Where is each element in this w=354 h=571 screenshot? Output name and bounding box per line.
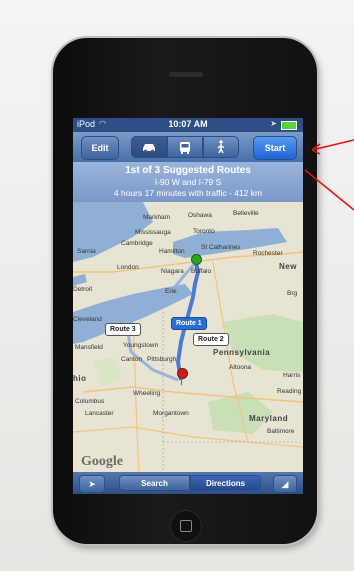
walk-icon: [217, 140, 225, 154]
tab-directions[interactable]: Directions: [190, 475, 261, 491]
battery-icon: [281, 121, 297, 130]
home-square-icon: [180, 520, 192, 532]
google-watermark: Google: [81, 454, 123, 469]
map-label-rochester: Rochester: [253, 250, 283, 257]
map-label-hamilton: Hamilton: [159, 248, 185, 255]
end-pin-icon[interactable]: [177, 368, 188, 379]
clock: 10:07 AM: [168, 119, 208, 129]
map-label-niagara: Niagara: [161, 268, 184, 275]
map-label-belleville: Belleville: [233, 210, 259, 217]
map-label-lancaster: Lancaster: [85, 410, 114, 417]
map-label-mississauga: Mississauga: [135, 229, 171, 236]
directions-toolbar: Edit Start: [73, 132, 303, 162]
home-button[interactable]: [170, 510, 202, 542]
start-button[interactable]: Start: [253, 136, 297, 160]
route-roads: I-90 W and I-79 S: [154, 177, 222, 187]
map-label-london: London: [117, 264, 139, 271]
earpiece-speaker: [169, 72, 203, 77]
bottom-toolbar: ➤ Search Directions ◢: [73, 472, 303, 494]
transit-mode-button[interactable]: [167, 136, 203, 158]
end-pin-stem: [181, 377, 182, 385]
map-label-cleveland: Cleveland: [73, 316, 102, 323]
map-view[interactable]: Markham Oshawa Belleville Mississauga To…: [73, 202, 303, 472]
page-curl-icon[interactable]: ◢: [273, 475, 297, 493]
edit-button[interactable]: Edit: [81, 136, 119, 160]
map-label-pennsylvania: Pennsylvania: [213, 348, 271, 357]
route-3-callout[interactable]: Route 3: [105, 323, 141, 336]
map-label-canton: Canton: [121, 356, 142, 363]
car-icon: [143, 144, 155, 153]
location-arrow-icon[interactable]: ➤: [79, 475, 105, 493]
start-pin-icon[interactable]: [191, 254, 202, 265]
route-count-title: 1st of 3 Suggested Routes: [125, 165, 251, 176]
map-label-morgantown: Morgantown: [153, 410, 189, 417]
search-directions-toggle: Search Directions: [119, 475, 261, 491]
map-label-reading: Reading: [277, 388, 302, 395]
car-mode-button[interactable]: [131, 136, 167, 158]
map-label-markham: Markham: [143, 214, 171, 221]
map-label-oshawa: Oshawa: [188, 212, 212, 219]
bus-icon: [180, 141, 190, 154]
map-label-ohio: hio: [73, 374, 87, 383]
map-label-sarnia: Sarnia: [77, 248, 96, 255]
map-label-wheeling: Wheeling: [133, 390, 161, 397]
location-services-icon: ➤: [270, 119, 277, 128]
map-label-harris: Harris: [283, 372, 301, 379]
ipod-touch-device: iPod ◠ 10:07 AM ➤ Edit Start 1st of 3 Su…: [53, 38, 317, 544]
tab-search[interactable]: Search: [119, 475, 190, 491]
route-duration: 4 hours 17 minutes with traffic - 412 km: [113, 188, 263, 198]
map-label-erie: Erie: [165, 288, 177, 295]
status-bar: iPod ◠ 10:07 AM ➤: [73, 118, 303, 132]
map-label-new: New: [279, 262, 297, 271]
route-1-callout[interactable]: Route 1: [171, 317, 207, 330]
map-label-pittsburgh: Pittsburgh: [147, 356, 177, 363]
map-label-detroit: Detroit: [73, 286, 93, 293]
map-label-cambridge: Cambridge: [121, 240, 153, 247]
map-label-brg: Brg: [287, 290, 298, 297]
map-label-toronto: Toronto: [193, 228, 215, 235]
walk-mode-button[interactable]: [203, 136, 239, 158]
route-2-callout[interactable]: Route 2: [193, 333, 229, 346]
maps-app-screen: iPod ◠ 10:07 AM ➤ Edit Start 1st of 3 Su…: [73, 118, 303, 494]
map-label-st-catharines: St Catharines: [201, 244, 241, 251]
map-label-columbus: Columbus: [75, 398, 105, 405]
route-summary-banner: 1st of 3 Suggested Routes I-90 W and I-7…: [73, 162, 303, 202]
map-label-maryland: Maryland: [249, 414, 289, 423]
map-label-baltimore: Baltimore: [267, 428, 295, 435]
annotation-arrow-upper: [311, 139, 354, 151]
map-label-youngstown: Youngstown: [123, 342, 159, 349]
start-pin-stem: [195, 263, 196, 271]
transport-mode-selector: [131, 136, 239, 158]
map-label-altoona: Altoona: [229, 364, 252, 371]
map-label-mansfield: Mansfield: [75, 344, 103, 351]
